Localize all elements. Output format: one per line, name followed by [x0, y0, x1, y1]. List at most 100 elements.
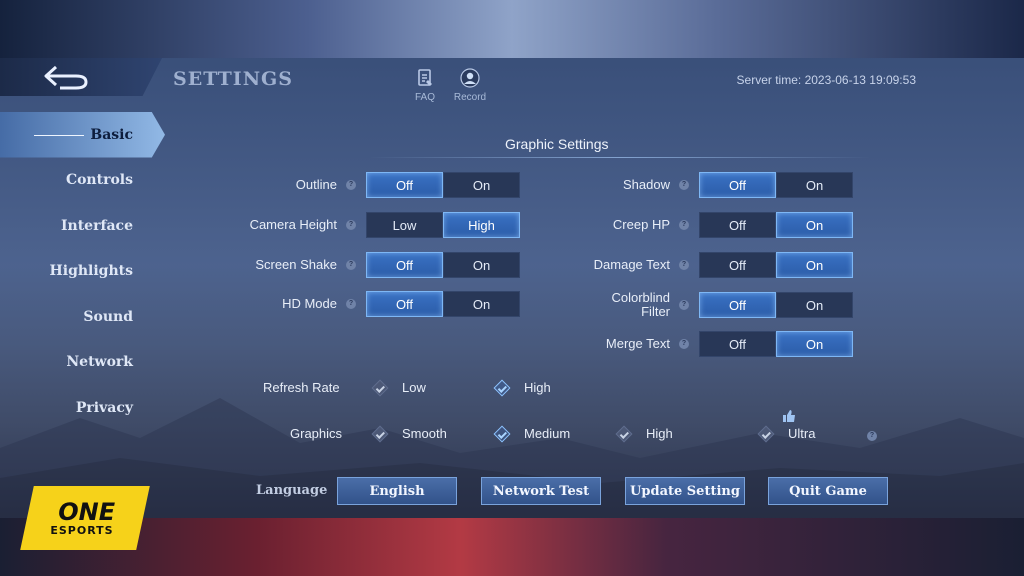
- sidebar-item-highlights[interactable]: Highlights: [0, 249, 165, 295]
- section-title: Graphic Settings: [505, 136, 609, 152]
- setting-label: Damage Text: [593, 257, 670, 272]
- sidebar-item-network[interactable]: Network: [0, 340, 165, 386]
- damage-text-off-option[interactable]: Off: [699, 252, 776, 278]
- graphics-ultra-option[interactable]: Ultra: [757, 425, 816, 442]
- help-icon[interactable]: ?: [679, 180, 689, 190]
- graphics-label: Graphics: [290, 426, 342, 441]
- update-setting-button[interactable]: Update Setting: [625, 477, 745, 505]
- option-label: High: [646, 426, 673, 441]
- setting-damage-text: Damage Text ? Off On: [498, 252, 853, 278]
- setting-shadow: Shadow ? Off On: [498, 172, 853, 198]
- settings-panel: SETTINGS FAQ Record Server time: 2023-06…: [0, 58, 1024, 518]
- refresh-rate-label: Refresh Rate: [263, 380, 340, 395]
- record-avatar-icon: [460, 68, 480, 88]
- faq-label: FAQ: [414, 92, 435, 103]
- shadow-toggle: Off On: [699, 172, 853, 198]
- option-label: Medium: [524, 426, 571, 441]
- screen-shake-off-option[interactable]: Off: [366, 252, 443, 278]
- option-label: Ultra: [788, 426, 816, 441]
- hd-mode-off-option[interactable]: Off: [366, 291, 443, 317]
- logo-line-one: ONE: [57, 497, 115, 526]
- merge-text-toggle: Off On: [699, 331, 853, 357]
- setting-screen-shake: Screen Shake ? Off On: [165, 252, 520, 278]
- setting-label: Merge Text: [605, 336, 670, 351]
- faq-icon: [418, 69, 432, 86]
- colorblind-filter-on-option[interactable]: On: [776, 292, 853, 318]
- check-diamond-icon: [615, 425, 633, 442]
- help-icon[interactable]: ?: [346, 299, 356, 309]
- creep-hp-on-option[interactable]: On: [776, 212, 853, 238]
- setting-label: Refresh Rate: [263, 380, 340, 395]
- sidebar: Basic Controls Interface Highlights Soun…: [0, 110, 165, 431]
- sidebar-item-controls[interactable]: Controls: [0, 158, 165, 204]
- logo-line-esports: ESPORTS: [50, 523, 115, 537]
- help-icon[interactable]: ?: [346, 260, 356, 270]
- creep-hp-toggle: Off On: [699, 212, 853, 238]
- help-icon[interactable]: ?: [679, 300, 689, 310]
- merge-text-off-option[interactable]: Off: [699, 331, 776, 357]
- page-title: SETTINGS: [173, 68, 294, 90]
- setting-label: Camera Height: [249, 217, 337, 232]
- graphics-high-option[interactable]: High: [615, 425, 673, 442]
- setting-hd-mode: HD Mode ? Off On: [165, 291, 520, 317]
- hd-mode-toggle: Off On: [366, 291, 520, 317]
- server-time: Server time: 2023-06-13 19:09:53: [736, 73, 916, 87]
- setting-creep-hp: Creep HP ? Off On: [498, 212, 853, 238]
- help-icon[interactable]: ?: [346, 180, 356, 190]
- help-icon[interactable]: ?: [679, 260, 689, 270]
- outline-toggle: Off On: [366, 172, 520, 198]
- check-diamond-icon: [371, 379, 389, 396]
- sidebar-item-privacy[interactable]: Privacy: [0, 385, 165, 431]
- setting-camera-height: Camera Height ? Low High: [165, 212, 520, 238]
- setting-label: Shadow: [623, 177, 670, 192]
- setting-label: Graphics: [290, 426, 343, 441]
- sidebar-item-interface[interactable]: Interface: [0, 203, 165, 249]
- merge-text-on-option[interactable]: On: [776, 331, 853, 357]
- option-label: High: [524, 380, 551, 395]
- creep-hp-off-option[interactable]: Off: [699, 212, 776, 238]
- check-diamond-selected-icon: [493, 379, 511, 396]
- setting-merge-text: Merge Text ? Off On: [498, 331, 853, 357]
- refresh-rate-high-option[interactable]: High: [493, 379, 551, 396]
- back-arrow-icon: [44, 65, 88, 90]
- graphics-smooth-option[interactable]: Smooth: [371, 425, 447, 442]
- setting-label: Outline: [295, 177, 337, 192]
- section-divider: [370, 157, 870, 158]
- refresh-rate-low-option[interactable]: Low: [371, 379, 426, 396]
- shadow-off-option[interactable]: Off: [699, 172, 776, 198]
- language-button[interactable]: English: [337, 477, 457, 505]
- screen-shake-toggle: Off On: [366, 252, 520, 278]
- outline-off-option[interactable]: Off: [366, 172, 443, 198]
- setting-colorblind-filter: Colorblind Filter ? Off On: [498, 291, 853, 319]
- setting-label: HD Mode: [282, 296, 337, 311]
- help-icon[interactable]: ?: [679, 220, 689, 230]
- check-diamond-icon: [371, 425, 389, 442]
- sidebar-item-basic[interactable]: Basic: [0, 112, 165, 158]
- help-icon[interactable]: ?: [346, 220, 356, 230]
- network-test-button[interactable]: Network Test: [481, 477, 601, 505]
- thumbs-up-icon: [783, 410, 795, 422]
- shadow-on-option[interactable]: On: [776, 172, 853, 198]
- damage-text-on-option[interactable]: On: [776, 252, 853, 278]
- help-icon[interactable]: ?: [679, 339, 689, 349]
- setting-outline: Outline ? Off On: [165, 172, 520, 198]
- graphics-medium-option[interactable]: Medium: [493, 425, 571, 442]
- option-label: Smooth: [402, 426, 447, 441]
- option-label: Low: [402, 380, 426, 395]
- camera-height-low-option[interactable]: Low: [366, 212, 443, 238]
- record-button[interactable]: Record: [445, 68, 495, 103]
- camera-height-toggle: Low High: [366, 212, 520, 238]
- colorblind-filter-off-option[interactable]: Off: [699, 292, 776, 318]
- quit-game-button[interactable]: Quit Game: [768, 477, 888, 505]
- back-button[interactable]: [0, 58, 162, 96]
- help-icon[interactable]: ?: [867, 431, 877, 441]
- record-label: Record: [453, 92, 487, 103]
- sidebar-item-sound[interactable]: Sound: [0, 294, 165, 340]
- setting-label: Screen Shake: [255, 257, 337, 272]
- faq-button[interactable]: FAQ: [400, 68, 450, 103]
- check-diamond-selected-icon: [493, 425, 511, 442]
- language-label: Language: [256, 483, 328, 498]
- colorblind-filter-toggle: Off On: [699, 292, 853, 318]
- setting-label: Creep HP: [612, 217, 670, 232]
- background-bottom: [0, 518, 1024, 576]
